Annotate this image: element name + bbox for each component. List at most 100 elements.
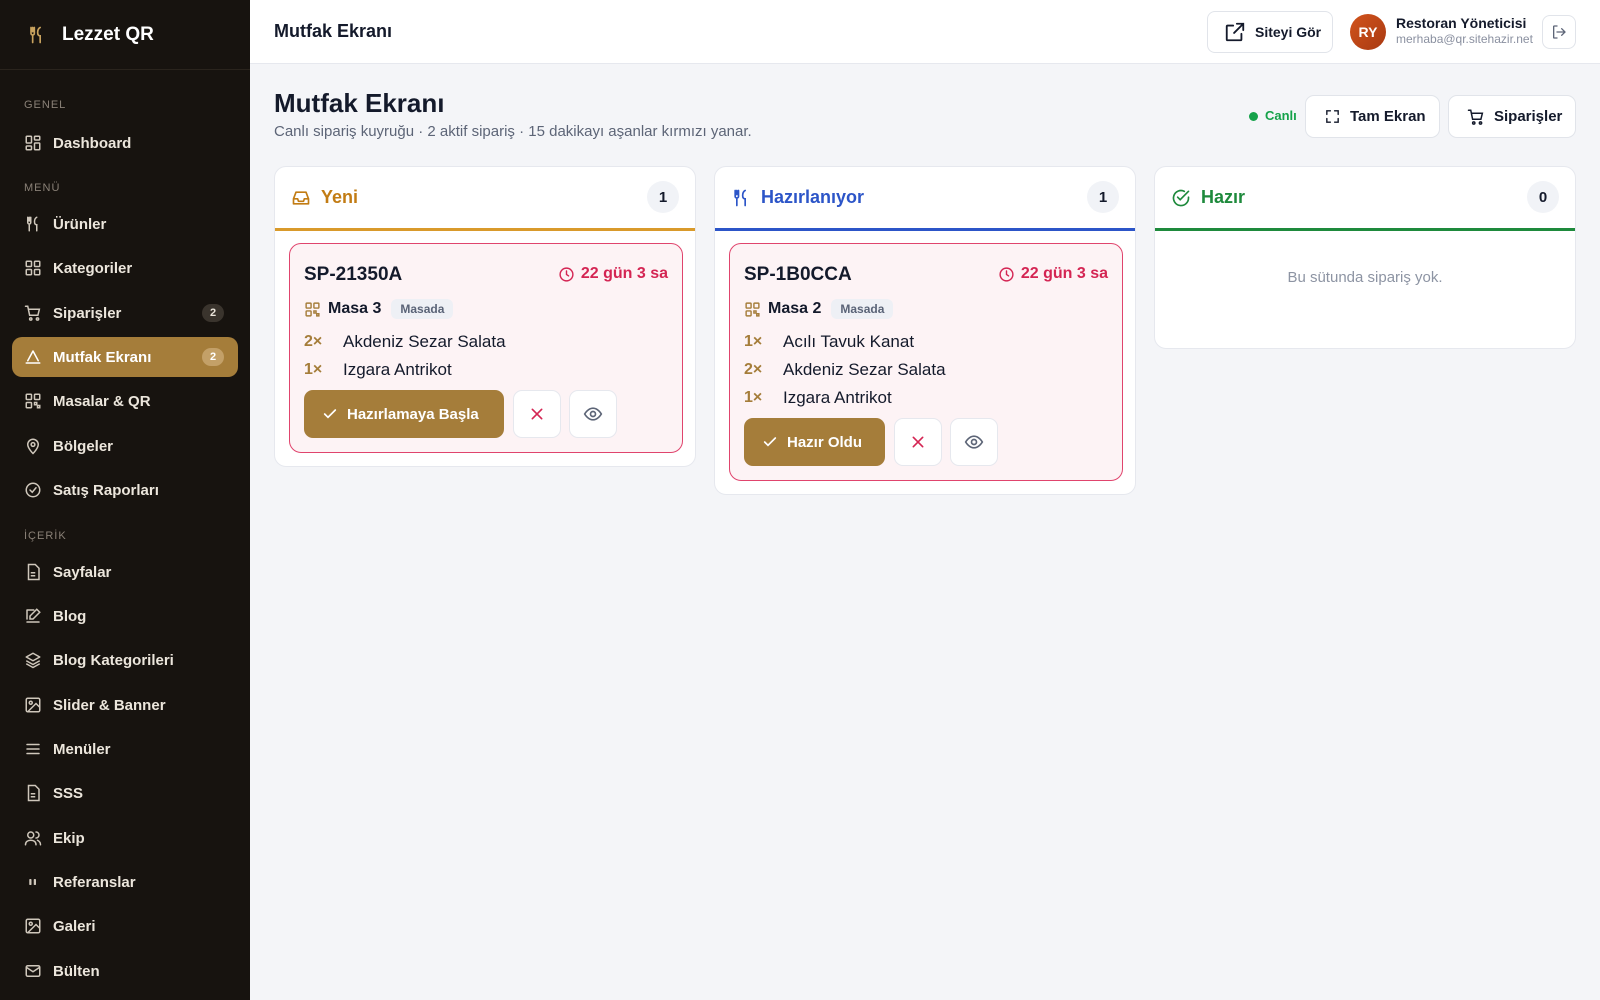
cancel-order-button[interactable] [513, 390, 561, 438]
sidebar-item-blog[interactable]: Blog [12, 596, 238, 636]
sidebar-item-label: Galeri [53, 917, 96, 935]
sidebar-item-masalar-qr[interactable]: Masalar & QR [12, 381, 238, 421]
order-item: 2× Akdeniz Sezar Salata [744, 360, 946, 380]
brand-name: Lezzet QR [62, 23, 154, 45]
logout-button[interactable] [1542, 15, 1576, 49]
table-status-tag: Masada [831, 299, 894, 319]
order-card[interactable]: SP-1B0CCA 22 gün 3 sa Masa 2 Masada 1× A… [729, 243, 1123, 481]
sidebar-item-label: Ekip [53, 829, 85, 847]
order-id: SP-21350A [304, 264, 403, 285]
brand[interactable]: Lezzet QR [0, 0, 250, 70]
sidebar-item-mutfak-ekrani[interactable]: Mutfak Ekranı 2 [12, 337, 238, 377]
start-preparing-label: Hazırlamaya Başla [347, 405, 479, 423]
cancel-order-button[interactable] [894, 418, 942, 466]
column-title: Yeni [321, 187, 359, 207]
quote-icon [29, 879, 36, 885]
sidebar-item-sayfalar[interactable]: Sayfalar [12, 552, 238, 592]
sidebar-item-label: Referanslar [53, 873, 136, 891]
sidebar-item-label: Dashboard [53, 134, 132, 152]
orders-label: Siparişler [1494, 108, 1563, 125]
sidebar-item-label: Kategoriler [53, 259, 133, 277]
avatar[interactable]: RY [1350, 14, 1386, 50]
mark-ready-button[interactable]: Hazır Oldu [744, 418, 885, 466]
sidebar-item-ekip[interactable]: Ekip [12, 818, 238, 858]
sidebar-item-dashboard[interactable]: Dashboard [12, 123, 238, 163]
view-order-button[interactable] [950, 418, 998, 466]
page-subtitle: Canlı sipariş kuyruğu · 2 aktif sipariş … [274, 123, 752, 140]
column-divider [715, 228, 1135, 231]
sidebar-item-sss[interactable]: SSS [12, 773, 238, 813]
view-order-button[interactable] [569, 390, 617, 438]
section-label-menu: MENÜ [24, 182, 61, 194]
sidebar-item-bulten[interactable]: Bülten [12, 951, 238, 991]
map-pin-icon [26, 438, 40, 455]
sidebar-item-kategoriler[interactable]: Kategoriler [12, 248, 238, 288]
image-icon [25, 697, 41, 713]
view-site-button[interactable]: Siteyi Gör [1207, 11, 1333, 53]
column-title: Hazır [1201, 187, 1246, 207]
order-item: 1× Izgara Antrikot [744, 388, 892, 408]
order-elapsed-time: 22 gün 3 sa [998, 265, 1108, 283]
item-qty: 2× [744, 361, 763, 378]
column-hazir: Hazır 0 Bu sütunda sipariş yok. [1154, 166, 1576, 349]
sidebar-item-bolgeler[interactable]: Bölgeler [12, 426, 238, 466]
count-badge: 2 [202, 348, 224, 366]
fullscreen-icon [1326, 110, 1339, 123]
qr-code-icon [745, 301, 760, 317]
layers-icon [25, 652, 41, 669]
sidebar-item-referanslar[interactable]: Referanslar [12, 862, 238, 902]
mark-ready-label: Hazır Oldu [787, 433, 863, 451]
qr-code-icon [25, 393, 41, 409]
sidebar-item-satis-raporlari[interactable]: Satış Raporları [12, 470, 238, 510]
sidebar-item-menuler[interactable]: Menüler [12, 729, 238, 769]
file-icon [27, 563, 40, 581]
sidebar-item-label: Satış Raporları [53, 481, 159, 499]
table-name: Masa 2 [768, 300, 822, 317]
page-title: Mutfak Ekranı [274, 88, 445, 118]
table-status-tag: Masada [391, 299, 454, 319]
check-circle-icon [25, 482, 41, 498]
mail-icon [25, 965, 41, 977]
logout-icon [1553, 25, 1566, 39]
item-name: Akdeniz Sezar Salata [343, 332, 506, 351]
check-circle-icon [1172, 189, 1190, 206]
column-count: 1 [647, 181, 679, 213]
sidebar-item-label: Ürünler [53, 215, 107, 233]
grid-icon [25, 260, 41, 276]
start-preparing-button[interactable]: Hazırlamaya Başla [304, 390, 504, 438]
clock-icon [559, 266, 574, 282]
utensils-icon [27, 216, 38, 232]
sidebar-item-label: Blog Kategorileri [53, 651, 174, 669]
order-card[interactable]: SP-21350A 22 gün 3 sa Masa 3 Masada 2× A… [289, 243, 683, 453]
order-item: 1× Izgara Antrikot [304, 360, 452, 380]
live-indicator-dot [1249, 112, 1258, 121]
utensils-icon [30, 26, 42, 43]
sidebar-item-slider-banner[interactable]: Slider & Banner [12, 685, 238, 725]
sidebar-item-siparisler[interactable]: Siparişler 2 [12, 293, 238, 333]
sidebar-item-label: SSS [53, 784, 84, 802]
item-name: Acılı Tavuk Kanat [783, 332, 915, 351]
item-name: Izgara Antrikot [783, 388, 892, 407]
orders-button[interactable]: Siparişler [1448, 95, 1576, 138]
menu-icon [26, 743, 40, 755]
order-table-info: Masa 3 Masada [304, 299, 454, 319]
order-elapsed-time: 22 gün 3 sa [558, 265, 668, 283]
eye-icon [583, 407, 603, 421]
user-name: Restoran Yöneticisi [1396, 15, 1527, 31]
live-label: Canlı [1265, 108, 1297, 123]
sidebar-item-blog-kategorileri[interactable]: Blog Kategorileri [12, 640, 238, 680]
fullscreen-button[interactable]: Tam Ekran [1305, 95, 1440, 138]
empty-column-message: Bu sütunda sipariş yok. [1287, 269, 1443, 286]
topbar: Mutfak Ekranı Siteyi Gör RY Restoran Yön… [250, 0, 1600, 64]
check-icon [763, 437, 777, 447]
order-table-info: Masa 2 Masada [744, 299, 894, 319]
sidebar-item-galeri[interactable]: Galeri [12, 906, 238, 946]
cart-icon [1467, 109, 1484, 125]
sidebar-item-urunler[interactable]: Ürünler [12, 204, 238, 244]
column-header: Hazırlanıyor 1 [715, 167, 1135, 228]
sidebar-item-label: Slider & Banner [53, 696, 166, 714]
edit-icon [26, 608, 41, 623]
view-site-label: Siteyi Gör [1255, 24, 1322, 40]
dashboard-icon [25, 135, 41, 151]
column-header: Yeni 1 [275, 167, 695, 228]
